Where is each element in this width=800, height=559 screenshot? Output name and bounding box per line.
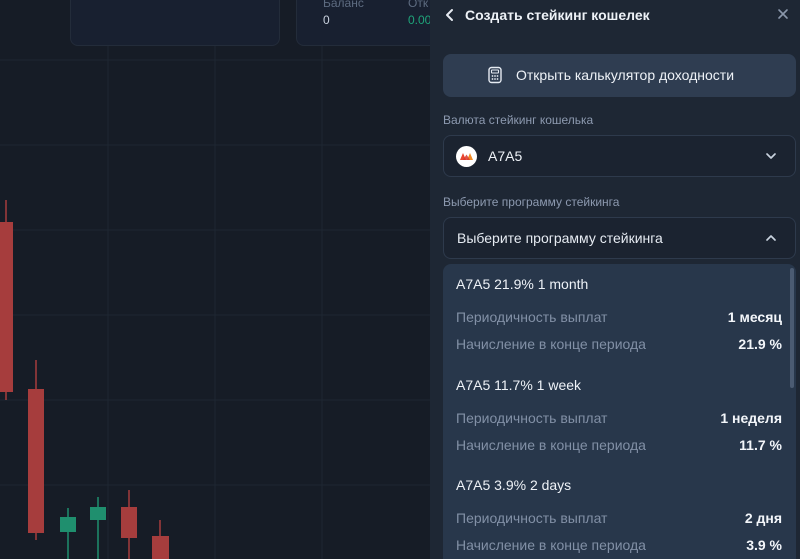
candle-2 bbox=[28, 360, 44, 540]
open-calculator-label: Открыть калькулятор доходности bbox=[516, 67, 735, 83]
accrual-label: Начисление в конце периода bbox=[456, 537, 646, 553]
calculator-icon bbox=[488, 66, 502, 84]
open-calculator-button[interactable]: Открыть калькулятор доходности bbox=[443, 54, 796, 97]
accrual-value: 11.7 % bbox=[739, 437, 782, 453]
program-option-title: A7A5 3.9% 2 days bbox=[456, 477, 572, 493]
program-dropdown-list[interactable]: A7A5 21.9% 1 month Периодичность выплат … bbox=[443, 264, 796, 559]
balance-value: 0 bbox=[323, 13, 330, 27]
program-option[interactable]: A7A5 11.7% 1 week Периодичность выплат 1… bbox=[443, 365, 796, 465]
currency-select[interactable]: A7A5 bbox=[443, 135, 796, 177]
payout-frequency-label: Периодичность выплат bbox=[456, 309, 608, 325]
accrual-label: Начисление в конце периода bbox=[456, 336, 646, 352]
second-stat-label: Отк bbox=[408, 0, 429, 10]
dropdown-scrollbar[interactable] bbox=[790, 268, 794, 388]
program-option-title: A7A5 21.9% 1 month bbox=[456, 276, 589, 292]
payout-frequency-label: Периодичность выплат bbox=[456, 410, 608, 426]
panel-header: Создать стейкинг кошелек bbox=[430, 0, 800, 32]
chevron-down-icon bbox=[766, 153, 776, 159]
chevron-left-icon bbox=[446, 9, 453, 21]
close-button[interactable] bbox=[776, 6, 790, 22]
candle-6 bbox=[152, 520, 169, 559]
candle-4 bbox=[90, 497, 106, 559]
program-option[interactable]: A7A5 21.9% 1 month Периодичность выплат … bbox=[443, 264, 796, 364]
summary-card-left bbox=[70, 0, 280, 46]
currency-value: A7A5 bbox=[488, 148, 523, 164]
chevron-up-icon bbox=[766, 235, 776, 241]
program-label: Выберите программу стейкинга bbox=[443, 195, 620, 209]
currency-label: Валюта стейкинг кошелька bbox=[443, 113, 594, 127]
payout-frequency-value: 1 неделя bbox=[720, 410, 782, 426]
program-select[interactable]: Выберите программу стейкинга bbox=[443, 217, 796, 259]
candle-3 bbox=[60, 508, 76, 559]
payout-frequency-value: 1 месяц bbox=[727, 309, 782, 325]
back-button[interactable] bbox=[442, 6, 458, 24]
payout-frequency-label: Периодичность выплат bbox=[456, 510, 608, 526]
panel-title: Создать стейкинг кошелек bbox=[465, 7, 650, 23]
summary-card-balance: Баланс 0 Отк 0.00 bbox=[296, 0, 430, 46]
candle-1 bbox=[0, 200, 13, 400]
accrual-label: Начисление в конце периода bbox=[456, 437, 646, 453]
price-chart[interactable]: Баланс 0 Отк 0.00 bbox=[0, 0, 430, 559]
balance-label: Баланс bbox=[323, 0, 364, 10]
candle-5 bbox=[121, 490, 137, 559]
accrual-value: 21.9 % bbox=[738, 336, 782, 352]
second-stat-value: 0.00 bbox=[408, 13, 430, 27]
create-staking-wallet-panel: Создать стейкинг кошелек Открыть калькул… bbox=[430, 0, 800, 559]
program-placeholder: Выберите программу стейкинга bbox=[457, 230, 663, 246]
a7a5-coin-icon bbox=[456, 146, 477, 167]
chart-grid bbox=[0, 0, 430, 559]
payout-frequency-value: 2 дня bbox=[744, 510, 782, 526]
program-option-title: A7A5 11.7% 1 week bbox=[456, 377, 582, 393]
accrual-value: 3.9 % bbox=[746, 537, 782, 553]
close-icon bbox=[778, 9, 788, 19]
program-option[interactable]: A7A5 3.9% 2 days Периодичность выплат 2 … bbox=[443, 465, 796, 559]
